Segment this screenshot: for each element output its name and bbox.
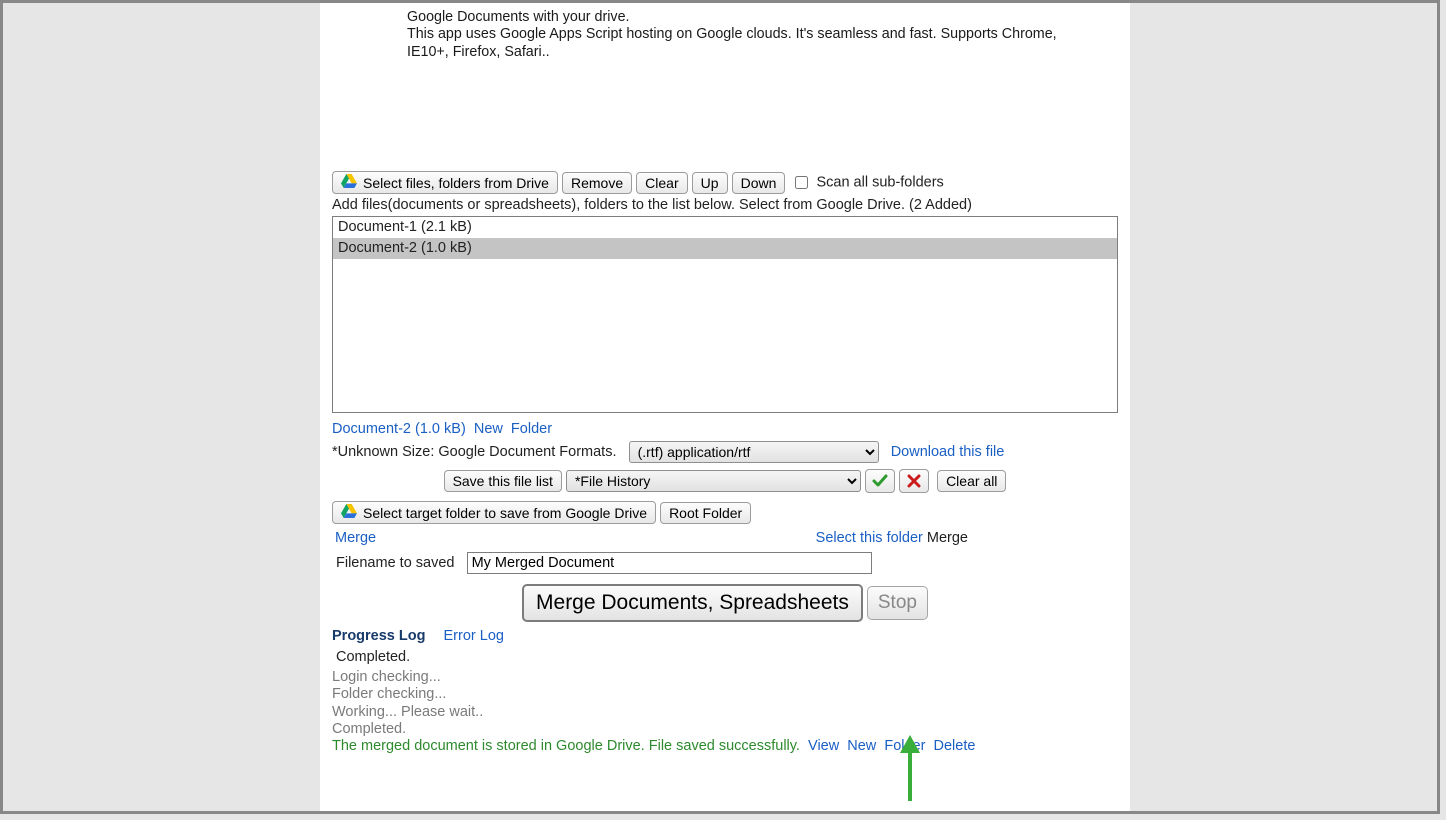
folder-link[interactable]: Folder	[511, 421, 552, 437]
tab-error-log[interactable]: Error Log	[444, 628, 504, 644]
scan-subfolders-label[interactable]: Scan all sub-folders	[816, 175, 943, 191]
filename-label: Filename to saved	[336, 555, 454, 571]
filename-input[interactable]	[467, 552, 872, 574]
desc-line2: This app uses Google Apps Script hosting…	[407, 26, 1057, 59]
merge-right-label: Merge	[927, 530, 968, 546]
log-line: Folder checking...	[332, 686, 1118, 703]
remove-button[interactable]: Remove	[562, 172, 632, 194]
file-toolbar: Select files, folders from Drive Remove …	[332, 171, 1118, 194]
select-target-label: Select target folder to save from Google…	[363, 505, 647, 521]
merge-link[interactable]: Merge	[335, 530, 376, 546]
tab-progress-log[interactable]: Progress Log	[332, 628, 425, 644]
confirm-history-button[interactable]	[865, 469, 895, 493]
filename-row: Filename to saved	[332, 552, 1118, 574]
google-drive-icon	[341, 174, 357, 191]
select-this-folder-link[interactable]: Select this folder	[816, 530, 923, 546]
file-list[interactable]: Document-1 (2.1 kB) Document-2 (1.0 kB)	[332, 216, 1118, 413]
list-item[interactable]: Document-1 (2.1 kB)	[333, 217, 1117, 238]
result-delete-link[interactable]: Delete	[934, 738, 976, 754]
log-tabs: Progress Log Error Log	[332, 628, 1118, 644]
target-folder-row: Select target folder to save from Google…	[332, 501, 1118, 524]
select-files-from-drive-button[interactable]: Select files, folders from Drive	[332, 171, 558, 194]
history-row: Save this file list *File History Clear …	[332, 469, 1118, 493]
file-list-hint: Add files(documents or spreadsheets), fo…	[332, 197, 1118, 213]
scan-subfolders-checkbox[interactable]	[795, 176, 808, 189]
stop-button[interactable]: Stop	[867, 586, 928, 620]
action-row: Merge Documents, Spreadsheets Stop	[332, 584, 1118, 622]
selected-document-link[interactable]: Document-2 (1.0 kB)	[332, 421, 466, 437]
file-history-select[interactable]: *File History	[566, 470, 861, 492]
desc-line1: Google Documents with your drive.	[407, 9, 630, 25]
download-file-link[interactable]: Download this file	[891, 444, 1005, 460]
log-output: Login checking... Folder checking... Wor…	[332, 669, 1118, 755]
annotation-arrow-icon	[890, 733, 930, 807]
result-new-link[interactable]: New	[847, 738, 876, 754]
merge-folder-line: Merge Select this folder Merge	[332, 530, 1118, 546]
google-drive-icon	[341, 504, 357, 521]
format-select[interactable]: (.rtf) application/rtf	[629, 441, 879, 463]
clear-all-button[interactable]: Clear all	[937, 470, 1006, 492]
list-item[interactable]: Document-2 (1.0 kB)	[333, 238, 1117, 259]
unknown-size-label: *Unknown Size: Google Document Formats.	[332, 444, 617, 460]
new-link[interactable]: New	[474, 421, 503, 437]
select-target-folder-button[interactable]: Select target folder to save from Google…	[332, 501, 656, 524]
result-view-link[interactable]: View	[808, 738, 839, 754]
root-folder-button[interactable]: Root Folder	[660, 502, 751, 524]
format-row: *Unknown Size: Google Document Formats. …	[332, 441, 1118, 463]
select-files-label: Select files, folders from Drive	[363, 175, 549, 191]
selected-file-links: Document-2 (1.0 kB) New Folder	[332, 421, 1118, 437]
log-line: Login checking...	[332, 669, 1118, 686]
down-button[interactable]: Down	[732, 172, 786, 194]
delete-history-button[interactable]	[899, 469, 929, 493]
log-line: Working... Please wait..	[332, 704, 1118, 721]
log-line: Completed.	[332, 721, 1118, 738]
save-file-list-button[interactable]: Save this file list	[444, 470, 562, 492]
up-button[interactable]: Up	[692, 172, 728, 194]
app-description: Google Documents with your drive. This a…	[407, 3, 1087, 61]
merge-documents-button[interactable]: Merge Documents, Spreadsheets	[522, 584, 863, 622]
success-message: The merged document is stored in Google …	[332, 738, 800, 754]
status-completed: Completed.	[332, 649, 1118, 665]
clear-button[interactable]: Clear	[636, 172, 687, 194]
